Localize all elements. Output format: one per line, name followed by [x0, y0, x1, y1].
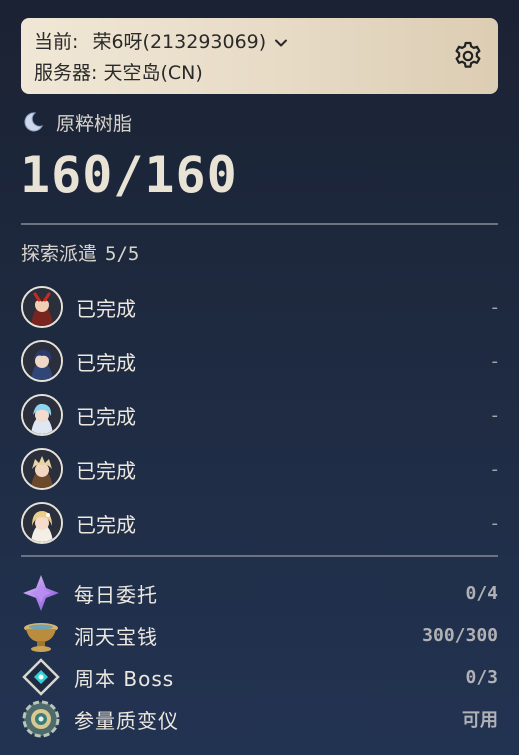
- resin-header: 原粹树脂: [22, 108, 132, 136]
- xingqiu-avatar-icon: [21, 340, 63, 382]
- task-value: 0/3: [465, 666, 498, 688]
- expedition-time: -: [491, 350, 499, 372]
- chongyun-avatar-icon: [21, 394, 63, 436]
- bennett-avatar-icon: [21, 448, 63, 490]
- resin-value: 160/160: [20, 146, 238, 204]
- parametric-transformer-icon: [22, 700, 60, 738]
- server-label: 服务器:: [34, 62, 98, 84]
- resin-label: 原粹树脂: [56, 112, 133, 135]
- divider: [21, 555, 498, 557]
- current-label: 当前:: [34, 31, 79, 53]
- account-card[interactable]: 当前: 荣6呀(213293069) 服务器: 天空岛(CN): [21, 18, 498, 94]
- expedition-status: 已完成: [76, 458, 136, 483]
- account-name: 荣6呀: [92, 31, 143, 53]
- divider: [21, 223, 498, 225]
- task-value: 0/4: [465, 582, 498, 604]
- task-row-daily-commission: 每日委托 0/4: [21, 573, 498, 613]
- server-info: 服务器: 天空岛(CN): [34, 61, 203, 85]
- task-value: 可用: [462, 710, 498, 731]
- expedition-status: 已完成: [76, 512, 136, 537]
- expedition-row: 已完成 -: [21, 501, 498, 545]
- daily-commission-icon: [23, 575, 59, 611]
- task-row-realm-currency: 洞天宝钱 300/300: [21, 615, 498, 655]
- task-label: 洞天宝钱: [74, 624, 158, 649]
- expedition-title: 探索派遣 5/5: [21, 241, 139, 267]
- expedition-row: 已完成 -: [21, 285, 498, 329]
- lumine-avatar-icon: [21, 502, 63, 544]
- expedition-row: 已完成 -: [21, 339, 498, 383]
- expedition-time: -: [491, 512, 499, 534]
- task-row-weekly-boss: 周本 Boss 0/3: [21, 657, 498, 697]
- task-label: 每日委托: [74, 582, 158, 607]
- expedition-count: 5/5: [105, 243, 140, 265]
- chevron-down-icon[interactable]: [274, 36, 288, 50]
- expedition-row: 已完成 -: [21, 447, 498, 491]
- moon-icon: [24, 112, 43, 132]
- expedition-time: -: [491, 458, 499, 480]
- expedition-status: 已完成: [76, 296, 136, 321]
- gear-icon[interactable]: [452, 40, 484, 72]
- server-name: 天空岛(CN): [103, 62, 203, 84]
- expedition-row: 已完成 -: [21, 393, 498, 437]
- account-uid: (213293069): [142, 31, 267, 53]
- weekly-boss-icon: [22, 658, 60, 696]
- account-selector[interactable]: 当前: 荣6呀(213293069): [34, 30, 288, 54]
- realm-currency-icon: [24, 623, 58, 652]
- expedition-status: 已完成: [76, 350, 136, 375]
- expedition-time: -: [491, 404, 499, 426]
- task-label: 参量质变仪: [74, 708, 179, 733]
- expedition-label: 探索派遣: [21, 243, 98, 265]
- amber-avatar-icon: [21, 286, 63, 328]
- expedition-time: -: [491, 296, 499, 318]
- task-value: 300/300: [422, 624, 498, 646]
- task-row-parametric-transformer: 参量质变仪 可用: [21, 699, 498, 739]
- expedition-status: 已完成: [76, 404, 136, 429]
- task-label: 周本 Boss: [74, 666, 175, 691]
